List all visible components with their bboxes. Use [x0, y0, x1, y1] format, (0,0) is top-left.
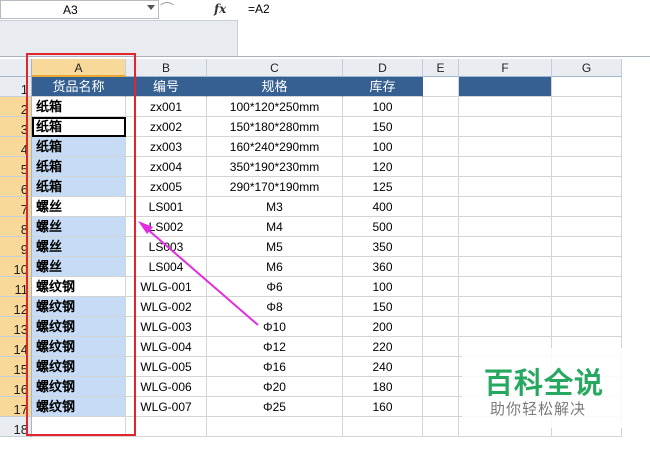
arrow-shaft: [145, 227, 259, 326]
watermark-subtitle: 助你轻松解决: [490, 401, 587, 418]
watermark-title: 百科全说: [484, 368, 605, 400]
watermark: 百科全说 助你轻松解决: [462, 348, 622, 428]
